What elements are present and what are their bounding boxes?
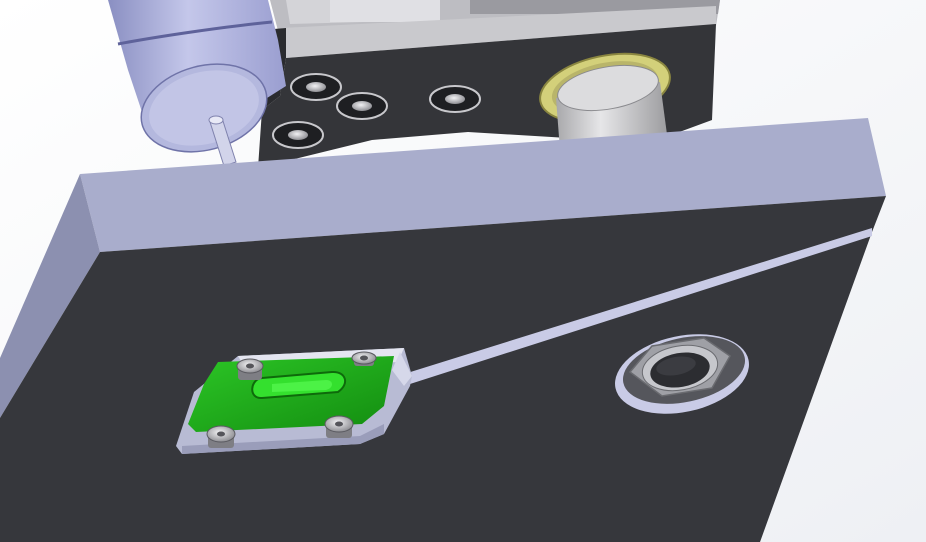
- screw-2[interactable]: [336, 92, 388, 120]
- base-plate[interactable]: [0, 118, 886, 542]
- screw-1[interactable]: [290, 73, 342, 101]
- pcb-screw-3[interactable]: [206, 425, 236, 448]
- pcb-screw-1[interactable]: [236, 358, 264, 380]
- cad-scene[interactable]: [0, 0, 926, 542]
- screw-3[interactable]: [429, 85, 481, 113]
- screw-4[interactable]: [272, 121, 324, 149]
- pcb-screw-2[interactable]: [351, 351, 377, 366]
- pcb-screw-4[interactable]: [324, 415, 354, 438]
- cad-viewport[interactable]: [0, 0, 926, 542]
